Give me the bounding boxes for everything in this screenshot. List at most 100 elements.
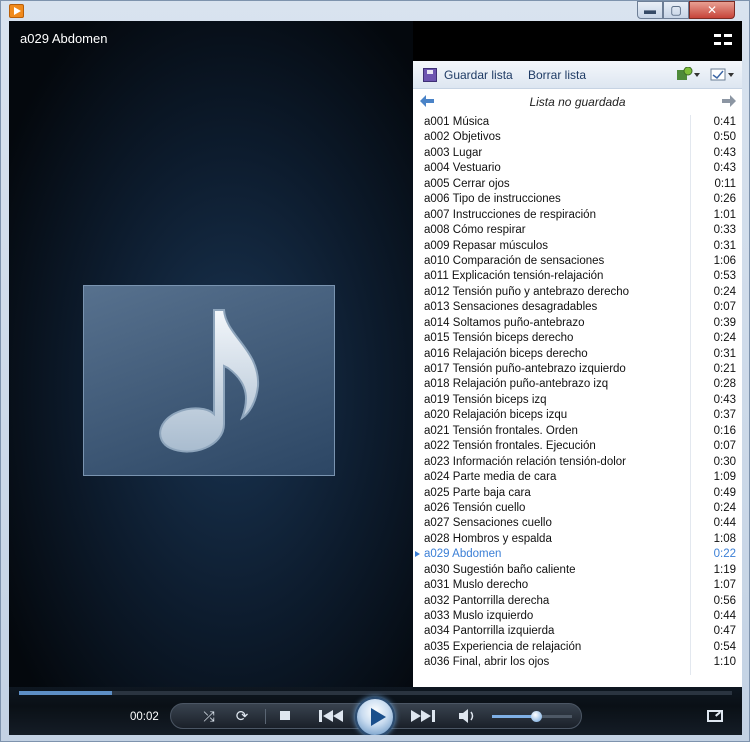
- track-duration: 1:06: [713, 254, 736, 267]
- track-row[interactable]: a021 Tensión frontales. Orden 0:16: [413, 424, 742, 439]
- track-row[interactable]: a027 Sensaciones cuello 0:44: [413, 516, 742, 531]
- playlist-toolbar: Guardar lista Borrar lista: [413, 61, 742, 89]
- music-note-icon: [159, 309, 260, 453]
- volume-icon[interactable]: [459, 709, 477, 723]
- maximize-button[interactable]: ▢: [663, 1, 689, 19]
- track-row[interactable]: a017 Tensión puño-antebrazo izquierdo 0:2…: [413, 362, 742, 377]
- track-row[interactable]: a005 Cerrar ojos 0:11: [413, 177, 742, 192]
- track-row[interactable]: a014 Soltamos puño-antebrazo 0:39: [413, 316, 742, 331]
- track-title: a032 Pantorrilla derecha: [424, 594, 550, 607]
- track-row[interactable]: a012 Tensión puño y antebrazo derecho 0:2…: [413, 285, 742, 300]
- track-row[interactable]: a003 Lugar 0:43: [413, 146, 742, 161]
- volume-thumb[interactable]: [531, 711, 542, 722]
- track-row[interactable]: a004 Vestuario 0:43: [413, 161, 742, 176]
- track-title: a003 Lugar: [424, 146, 483, 159]
- track-duration: 0:24: [713, 332, 736, 345]
- play-button[interactable]: [355, 697, 395, 735]
- track-row[interactable]: a015 Tensión biceps derecho 0:24: [413, 331, 742, 346]
- track-row[interactable]: a036 Final, abrir los ojos 1:10: [413, 655, 742, 670]
- track-row[interactable]: a011 Explicación tensión-relajación 0:53: [413, 269, 742, 284]
- track-row[interactable]: a035 Experiencia de relajación 0:54: [413, 640, 742, 655]
- track-title: a028 Hombros y espalda: [424, 532, 552, 545]
- track-title: a015 Tensión biceps derecho: [424, 332, 574, 345]
- track-row[interactable]: a018 Relajación puño-antebrazo izq 0:28: [413, 377, 742, 392]
- track-row[interactable]: a016 Relajación biceps derecho 0:31: [413, 347, 742, 362]
- track-row[interactable]: a009 Repasar músculos 0:31: [413, 239, 742, 254]
- track-duration: 0:41: [713, 116, 736, 128]
- track-row[interactable]: a007 Instrucciones de respiración 1:01: [413, 208, 742, 223]
- next-track-icon[interactable]: [403, 706, 441, 726]
- playlist-options-icon[interactable]: [675, 67, 701, 82]
- now-playing-marker-icon: [415, 551, 420, 558]
- track-row[interactable]: a026 Tensión cuello 0:24: [413, 501, 742, 516]
- previous-track-icon[interactable]: [313, 706, 351, 726]
- track-row[interactable]: a001 Música 0:41: [413, 115, 742, 130]
- track-row[interactable]: a010 Comparación de sensaciones 1:06: [413, 254, 742, 269]
- video-pane[interactable]: a029 Abdomen: [9, 21, 413, 687]
- media-player-icon[interactable]: [9, 4, 24, 18]
- playlist-nav: Lista no guardada: [413, 90, 742, 114]
- track-title: a009 Repasar músculos: [424, 239, 549, 252]
- track-row[interactable]: a028 Hombros y espalda 1:08: [413, 532, 742, 547]
- track-row[interactable]: a013 Sensaciones desagradables 0:07: [413, 300, 742, 315]
- track-title: a036 Final, abrir los ojos: [424, 656, 550, 669]
- track-duration: 0:49: [713, 486, 736, 499]
- stop-icon[interactable]: [280, 711, 290, 720]
- track-row[interactable]: a025 Parte baja cara 0:49: [413, 486, 742, 501]
- save-list-button[interactable]: Guardar lista: [444, 68, 513, 82]
- track-duration: 0:43: [713, 162, 736, 175]
- track-duration: 0:24: [713, 285, 736, 298]
- track-title: a035 Experiencia de relajación: [424, 640, 582, 653]
- clear-list-button[interactable]: Borrar lista: [528, 68, 586, 82]
- switch-view-icon[interactable]: [714, 33, 732, 47]
- save-icon[interactable]: [423, 68, 437, 82]
- track-title: a022 Tensión frontales. Ejecución: [424, 440, 596, 453]
- track-title: a008 Cómo respirar: [424, 224, 526, 237]
- track-duration: 1:19: [713, 563, 736, 576]
- track-row[interactable]: a024 Parte media de cara 1:09: [413, 470, 742, 485]
- seek-bar[interactable]: [19, 691, 732, 695]
- track-title: a024 Parte media de cara: [424, 471, 557, 484]
- close-button[interactable]: ✕: [689, 1, 735, 19]
- track-title: a001 Música: [424, 116, 490, 128]
- shuffle-icon[interactable]: ⤮: [199, 708, 219, 725]
- current-track-row[interactable]: a029 Abdomen 0:22: [413, 547, 742, 562]
- track-duration: 1:10: [713, 656, 736, 669]
- track-row[interactable]: a006 Tipo de instrucciones 0:26: [413, 192, 742, 207]
- track-duration: 0:11: [714, 177, 736, 190]
- track-title: a021 Tensión frontales. Orden: [424, 424, 578, 437]
- track-row[interactable]: a033 Muslo izquierdo 0:44: [413, 609, 742, 624]
- minimize-button[interactable]: ▬: [637, 1, 663, 19]
- forward-arrow-icon[interactable]: [722, 95, 736, 107]
- track-title: a010 Comparación de sensaciones: [424, 254, 605, 267]
- track-duration: 1:07: [713, 579, 736, 592]
- playlist-header: [413, 21, 742, 61]
- track-duration: 0:50: [713, 131, 736, 144]
- track-title: a012 Tensión puño y antebrazo derecho: [424, 285, 630, 298]
- track-row[interactable]: a002 Objetivos 0:50: [413, 130, 742, 145]
- volume-level: [492, 715, 536, 718]
- track-duration: 0:33: [713, 224, 736, 237]
- track-row[interactable]: a030 Sugestión baño caliente 1:19: [413, 563, 742, 578]
- list-view-options-icon[interactable]: [710, 67, 736, 82]
- track-duration: 0:21: [713, 363, 736, 375]
- track-row[interactable]: a022 Tensión frontales. Ejecución 0:07: [413, 439, 742, 454]
- repeat-icon[interactable]: ⟳: [232, 707, 252, 725]
- title-bar[interactable]: ▬ ▢ ✕: [1, 1, 750, 21]
- track-row[interactable]: a019 Tensión biceps izq 0:43: [413, 393, 742, 408]
- track-row[interactable]: a032 Pantorrilla derecha 0:56: [413, 594, 742, 609]
- track-title: a006 Tipo de instrucciones: [424, 193, 561, 206]
- track-duration: 0:44: [713, 517, 736, 530]
- fullscreen-icon[interactable]: [707, 710, 723, 722]
- track-title: a018 Relajación puño-antebrazo izq: [424, 378, 609, 391]
- track-row[interactable]: a008 Cómo respirar 0:33: [413, 223, 742, 238]
- track-row[interactable]: a023 Información relación tensión-dolor 0…: [413, 455, 742, 470]
- track-duration: 0:24: [713, 501, 736, 514]
- track-duration: 1:08: [713, 532, 736, 545]
- track-title: a016 Relajación biceps derecho: [424, 347, 588, 360]
- track-duration: 0:44: [713, 610, 736, 622]
- track-row[interactable]: a034 Pantorrilla izquierda 0:47: [413, 624, 742, 639]
- now-playing-title: a029 Abdomen: [20, 31, 108, 46]
- track-row[interactable]: a020 Relajación biceps izqu 0:37: [413, 408, 742, 423]
- track-row[interactable]: a031 Muslo derecho 1:07: [413, 578, 742, 593]
